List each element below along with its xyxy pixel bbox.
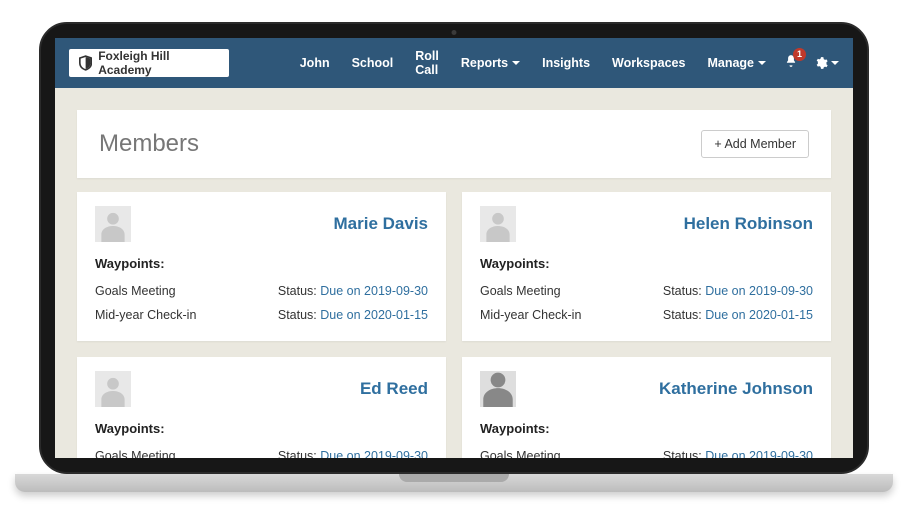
nav-item-school[interactable]: School bbox=[352, 56, 394, 70]
avatar[interactable] bbox=[480, 206, 516, 242]
waypoint-status: Status: Due on 2019-09-30 bbox=[278, 284, 428, 298]
status-prefix: Status: bbox=[663, 449, 705, 458]
caret-down-icon bbox=[512, 61, 520, 65]
nav-item-label: School bbox=[352, 56, 394, 70]
waypoint-title: Mid-year Check-in bbox=[95, 308, 196, 322]
nav-item-label: John bbox=[300, 56, 330, 70]
waypoint-status: Status: Due on 2020-01-15 bbox=[278, 308, 428, 322]
member-card: Katherine Johnson Waypoints: Goals Meeting… bbox=[462, 357, 831, 458]
nav-item-workspaces[interactable]: Workspaces bbox=[612, 56, 685, 70]
gear-icon bbox=[814, 56, 828, 70]
nav-item-john[interactable]: John bbox=[300, 56, 330, 70]
waypoint-row: Mid-year Check-in Status: Due on 2020-01-… bbox=[95, 303, 428, 327]
nav-item-reports[interactable]: Reports bbox=[461, 56, 520, 70]
caret-down-icon bbox=[758, 61, 766, 65]
waypoint-status: Status: Due on 2019-09-30 bbox=[663, 449, 813, 458]
status-due-link[interactable]: Due on 2019-09-30 bbox=[705, 284, 813, 298]
status-due-link[interactable]: Due on 2019-09-30 bbox=[320, 284, 428, 298]
status-due-link[interactable]: Due on 2020-01-15 bbox=[320, 308, 428, 322]
waypoints-label: Waypoints: bbox=[480, 421, 813, 436]
waypoints-label: Waypoints: bbox=[95, 256, 428, 271]
nav-item-label: Insights bbox=[542, 56, 590, 70]
laptop-notch bbox=[399, 474, 509, 482]
status-due-link[interactable]: Due on 2020-01-15 bbox=[705, 308, 813, 322]
waypoint-status: Status: Due on 2019-09-30 bbox=[278, 449, 428, 458]
caret-down-icon bbox=[831, 61, 839, 65]
waypoint-title: Goals Meeting bbox=[95, 284, 176, 298]
member-name-link[interactable]: Katherine Johnson bbox=[659, 379, 813, 399]
laptop-mockup: Foxleigh Hill Academy John School Roll Cal… bbox=[39, 22, 869, 492]
add-member-button[interactable]: + Add Member bbox=[701, 130, 809, 158]
member-card: Helen Robinson Waypoints: Goals Meeting Sta… bbox=[462, 192, 831, 341]
notification-bell[interactable]: 1 bbox=[784, 54, 798, 73]
nav-item-label: Roll Call bbox=[415, 49, 439, 77]
waypoints-label: Waypoints: bbox=[480, 256, 813, 271]
page-title: Members bbox=[99, 130, 199, 158]
member-card-header: Marie Davis bbox=[95, 206, 428, 242]
status-prefix: Status: bbox=[663, 308, 705, 322]
waypoints-label: Waypoints: bbox=[95, 421, 428, 436]
member-card: Marie Davis Waypoints: Goals Meeting Status… bbox=[77, 192, 446, 341]
member-cards: Marie Davis Waypoints: Goals Meeting Status… bbox=[77, 192, 831, 458]
status-prefix: Status: bbox=[278, 449, 320, 458]
status-due-link[interactable]: Due on 2019-09-30 bbox=[705, 449, 813, 458]
nav-item-manage[interactable]: Manage bbox=[707, 56, 766, 70]
status-prefix: Status: bbox=[278, 284, 320, 298]
waypoint-title: Goals Meeting bbox=[480, 449, 561, 458]
brand-logo[interactable]: Foxleigh Hill Academy bbox=[69, 49, 229, 77]
notification-badge: 1 bbox=[793, 48, 806, 61]
waypoint-row: Goals Meeting Status: Due on 2019-09-30 bbox=[95, 444, 428, 458]
settings-menu[interactable] bbox=[814, 56, 839, 70]
laptop-bezel: Foxleigh Hill Academy John School Roll Cal… bbox=[39, 22, 869, 474]
waypoint-title: Goals Meeting bbox=[95, 449, 176, 458]
member-card-header: Ed Reed bbox=[95, 371, 428, 407]
nav-item-label: Manage bbox=[707, 56, 754, 70]
waypoint-status: Status: Due on 2020-01-15 bbox=[663, 308, 813, 322]
member-card-header: Katherine Johnson bbox=[480, 371, 813, 407]
nav-item-label: Workspaces bbox=[612, 56, 685, 70]
app-screen: Foxleigh Hill Academy John School Roll Cal… bbox=[55, 38, 853, 458]
page-header: Members + Add Member bbox=[77, 110, 831, 178]
avatar[interactable] bbox=[480, 371, 516, 407]
member-name-link[interactable]: Ed Reed bbox=[360, 379, 428, 399]
member-card-header: Helen Robinson bbox=[480, 206, 813, 242]
member-name-link[interactable]: Marie Davis bbox=[334, 214, 429, 234]
member-name-link[interactable]: Helen Robinson bbox=[684, 214, 813, 234]
waypoint-title: Goals Meeting bbox=[480, 284, 561, 298]
nav-item-label: Reports bbox=[461, 56, 508, 70]
nav-item-insights[interactable]: Insights bbox=[542, 56, 590, 70]
laptop-base bbox=[15, 474, 893, 492]
status-due-link[interactable]: Due on 2019-09-30 bbox=[320, 449, 428, 458]
waypoint-row: Mid-year Check-in Status: Due on 2020-01-… bbox=[480, 303, 813, 327]
avatar[interactable] bbox=[95, 371, 131, 407]
brand-name: Foxleigh Hill Academy bbox=[98, 49, 218, 77]
member-card: Ed Reed Waypoints: Goals Meeting Status: Du… bbox=[77, 357, 446, 458]
status-prefix: Status: bbox=[278, 308, 320, 322]
status-prefix: Status: bbox=[663, 284, 705, 298]
waypoint-row: Goals Meeting Status: Due on 2019-09-30 bbox=[480, 444, 813, 458]
waypoint-row: Goals Meeting Status: Due on 2019-09-30 bbox=[480, 279, 813, 303]
avatar[interactable] bbox=[95, 206, 131, 242]
navbar: Foxleigh Hill Academy John School Roll Cal… bbox=[55, 38, 853, 88]
waypoint-title: Mid-year Check-in bbox=[480, 308, 581, 322]
waypoint-row: Goals Meeting Status: Due on 2019-09-30 bbox=[95, 279, 428, 303]
nav-links: John School Roll Call Reports Insights Worksp… bbox=[300, 49, 766, 77]
camera-dot bbox=[452, 30, 457, 35]
add-member-label: + Add Member bbox=[714, 137, 796, 151]
waypoint-status: Status: Due on 2019-09-30 bbox=[663, 284, 813, 298]
shield-icon bbox=[79, 55, 92, 71]
nav-item-roll-call[interactable]: Roll Call bbox=[415, 49, 439, 77]
